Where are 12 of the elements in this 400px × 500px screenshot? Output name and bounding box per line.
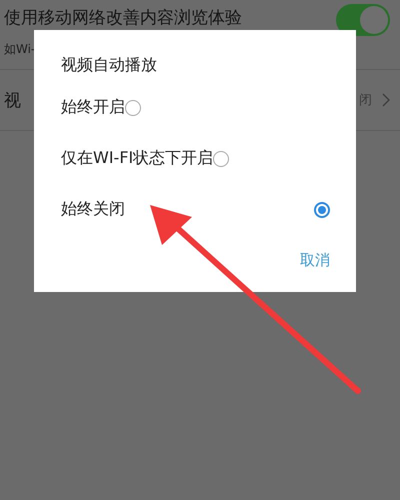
- toggle-switch[interactable]: [336, 4, 390, 36]
- radio-button[interactable]: [213, 150, 230, 166]
- option-label[interactable]: 始终开启: [61, 97, 125, 118]
- setting-title: 视: [4, 90, 21, 112]
- radio-button[interactable]: [125, 100, 141, 116]
- option-label[interactable]: 始终关闭: [61, 199, 125, 220]
- setting-subtitle: 如Wi-: [4, 41, 36, 58]
- radio-button[interactable]: [314, 202, 330, 218]
- option-label[interactable]: 仅在WI-FI状态下开启: [61, 148, 214, 169]
- dialog-title: 视频自动播放: [61, 54, 158, 76]
- chevron-right-icon: [382, 93, 390, 107]
- setting-title: 使用移动网络改善内容浏览体验: [4, 7, 242, 29]
